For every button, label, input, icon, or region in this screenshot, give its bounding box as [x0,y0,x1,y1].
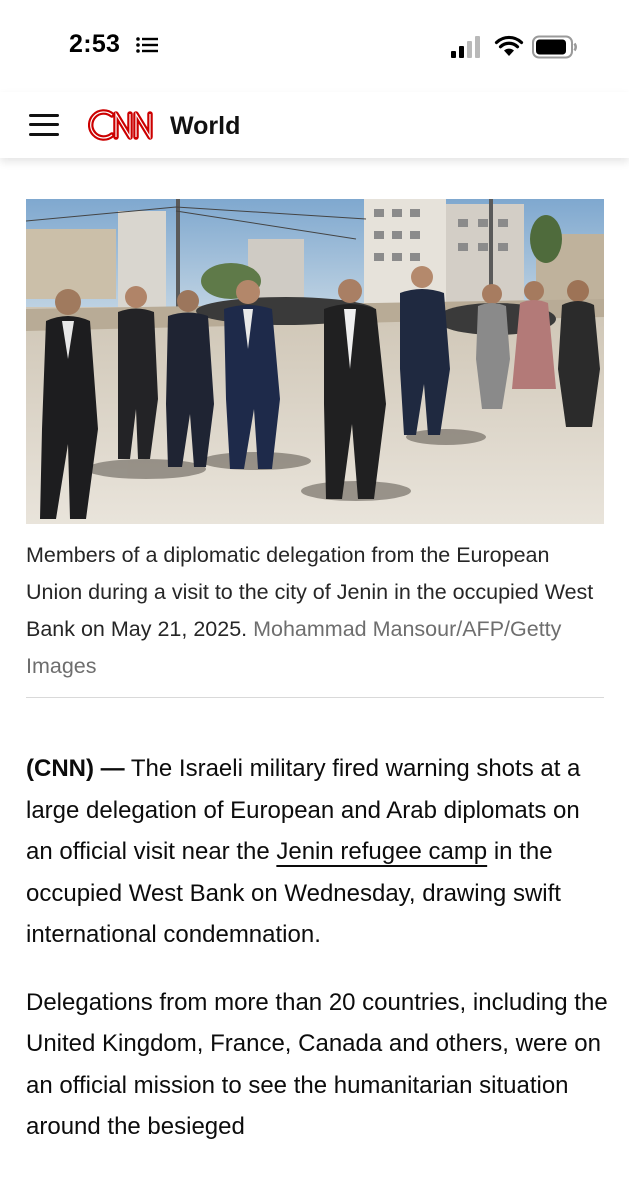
hamburger-menu-icon[interactable] [29,112,59,138]
article-photo [26,199,604,524]
status-bar: 2:53 [0,0,629,92]
caption-divider [26,697,604,698]
site-header: World [0,92,629,158]
status-time: 2:53 [69,30,121,58]
signal-icon [451,36,480,58]
battery-icon [532,35,577,59]
jenin-refugee-camp-link[interactable]: Jenin refugee camp [276,838,487,865]
section-label[interactable]: World [170,112,240,141]
photo-caption: Members of a diplomatic delegation from … [26,537,606,685]
article-paragraph-1: (CNN) — The Israeli military fired warni… [26,748,611,956]
list-icon [136,37,158,53]
cnn-logo[interactable] [88,106,166,144]
wifi-icon [494,35,524,56]
article-body: (CNN) — The Israeli military fired warni… [26,748,611,1174]
article-paragraph-2: Delegations from more than 20 countries,… [26,988,608,1141]
dateline: (CNN) — [26,755,125,782]
